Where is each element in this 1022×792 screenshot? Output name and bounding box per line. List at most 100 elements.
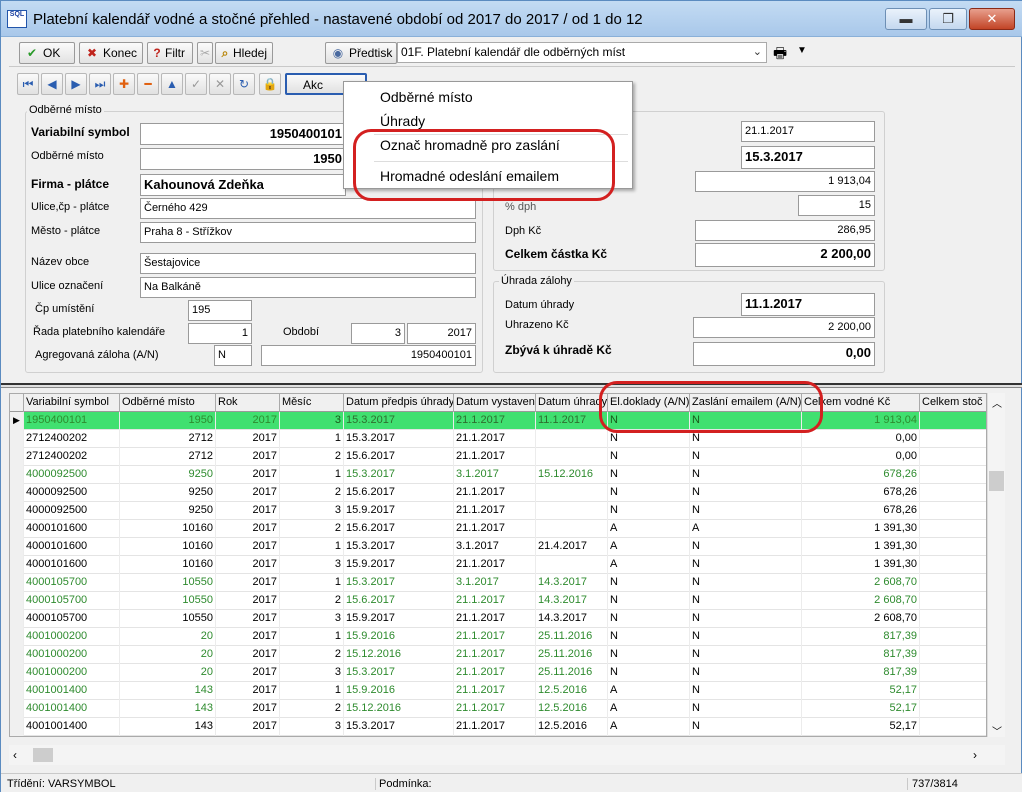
table-cell[interactable]: 21.1.2017 <box>454 502 536 520</box>
table-cell[interactable] <box>920 574 986 592</box>
table-row[interactable]: 4000101600 10160 2017 1 15.3.2017 3.1.2017 21.… <box>10 538 986 556</box>
column-header[interactable]: Datum vystavení <box>454 394 536 412</box>
table-cell[interactable]: N <box>608 592 690 610</box>
table-cell[interactable]: 3.1.2017 <box>454 538 536 556</box>
table-cell[interactable]: N <box>608 664 690 682</box>
table-cell[interactable]: 15.6.2017 <box>344 520 454 538</box>
prev-record-icon[interactable]: ◀ <box>41 73 63 95</box>
table-cell[interactable]: 4000101600 <box>24 538 120 556</box>
table-cell[interactable]: 21.1.2017 <box>454 430 536 448</box>
table-row[interactable]: 4000101600 10160 2017 3 15.9.2017 21.1.2017 A N… <box>10 556 986 574</box>
table-cell[interactable]: 2017 <box>216 682 280 700</box>
printer-dropdown-icon[interactable]: ▼ <box>797 45 807 56</box>
table-cell[interactable]: 1 <box>280 466 344 484</box>
table-cell[interactable]: 15.12.2016 <box>344 646 454 664</box>
lock-icon[interactable]: 🔒 <box>259 73 281 95</box>
table-cell[interactable]: 1 <box>280 538 344 556</box>
table-cell[interactable]: 14.3.2017 <box>536 592 608 610</box>
table-cell[interactable]: N <box>608 502 690 520</box>
table-cell[interactable]: 10550 <box>120 592 216 610</box>
table-cell[interactable]: 21.1.2017 <box>454 646 536 664</box>
table-cell[interactable]: N <box>608 466 690 484</box>
table-cell[interactable]: 21.1.2017 <box>454 664 536 682</box>
castka-bez-dph-field[interactable]: 1 913,04 <box>695 171 875 192</box>
datum-predpis-field[interactable]: 21.1.2017 <box>741 121 875 142</box>
uhrazeno-field[interactable]: 2 200,00 <box>693 317 875 338</box>
table-cell[interactable]: 21.1.2017 <box>454 628 536 646</box>
table-cell[interactable]: 15.6.2017 <box>344 484 454 502</box>
table-cell[interactable]: 15.12.2016 <box>344 700 454 718</box>
table-cell[interactable]: A <box>608 718 690 736</box>
table-cell[interactable]: 10160 <box>120 556 216 574</box>
table-row[interactable]: 4001001400 143 2017 3 15.3.2017 21.1.2017 12.5… <box>10 718 986 736</box>
table-cell[interactable]: 11.1.2017 <box>536 412 608 430</box>
table-cell[interactable]: 21.4.2017 <box>536 538 608 556</box>
table-cell[interactable]: N <box>608 610 690 628</box>
table-cell[interactable]: 3 <box>280 556 344 574</box>
table-cell[interactable]: 4001001400 <box>24 682 120 700</box>
scroll-right-icon[interactable]: › <box>973 748 977 762</box>
dph-procento-field[interactable]: 15 <box>798 195 875 216</box>
table-row[interactable]: 4000105700 10550 2017 2 15.6.2017 21.1.2017 14… <box>10 592 986 610</box>
first-record-icon[interactable]: ⏮ <box>17 73 39 95</box>
table-cell[interactable]: 3 <box>280 610 344 628</box>
table-cell[interactable]: 143 <box>120 682 216 700</box>
table-row[interactable]: 4001000200 20 2017 3 15.3.2017 21.1.2017 25.11… <box>10 664 986 682</box>
table-cell[interactable]: 2017 <box>216 538 280 556</box>
table-cell[interactable]: 4000092500 <box>24 466 120 484</box>
column-header[interactable]: Měsíc <box>280 394 344 412</box>
row-indicator[interactable] <box>10 646 24 664</box>
scroll-thumb[interactable] <box>989 471 1004 491</box>
table-cell[interactable]: 4000105700 <box>24 592 120 610</box>
row-indicator[interactable] <box>10 502 24 520</box>
table-cell[interactable]: 2712400202 <box>24 448 120 466</box>
table-cell[interactable]: 0,00 <box>802 448 920 466</box>
table-cell[interactable]: 25.11.2016 <box>536 664 608 682</box>
table-cell[interactable]: 817,39 <box>802 646 920 664</box>
table-cell[interactable]: 2017 <box>216 556 280 574</box>
table-cell[interactable] <box>536 484 608 502</box>
table-cell[interactable]: 2 <box>280 646 344 664</box>
column-header[interactable]: Datum předpis úhrady <box>344 394 454 412</box>
data-grid[interactable]: Variabilní symbol Odběrné místo Rok Měsíc Da… <box>9 393 987 737</box>
table-cell[interactable]: 2 <box>280 484 344 502</box>
table-cell[interactable]: 2017 <box>216 412 280 430</box>
table-cell[interactable]: 2017 <box>216 700 280 718</box>
table-cell[interactable]: N <box>608 628 690 646</box>
horizontal-scrollbar[interactable]: ‹ › <box>9 745 1005 765</box>
table-cell[interactable] <box>536 556 608 574</box>
table-row[interactable]: 4001000200 20 2017 1 15.9.2016 21.1.2017 25.11… <box>10 628 986 646</box>
table-cell[interactable]: 3 <box>280 502 344 520</box>
table-cell[interactable] <box>920 628 986 646</box>
table-cell[interactable]: N <box>690 718 802 736</box>
table-cell[interactable] <box>920 538 986 556</box>
table-cell[interactable]: 25.11.2016 <box>536 646 608 664</box>
table-cell[interactable]: N <box>690 700 802 718</box>
table-cell[interactable]: 2017 <box>216 466 280 484</box>
table-cell[interactable]: 21.1.2017 <box>454 682 536 700</box>
odberne-misto-field[interactable]: 1950 <box>140 148 346 170</box>
edit-record-icon[interactable]: ▲ <box>161 73 183 95</box>
datum-vystaveni-field[interactable]: 15.3.2017 <box>741 146 875 169</box>
table-cell[interactable] <box>920 646 986 664</box>
table-cell[interactable] <box>536 502 608 520</box>
table-cell[interactable]: 817,39 <box>802 628 920 646</box>
row-indicator[interactable] <box>10 520 24 538</box>
table-row[interactable]: 4000092500 9250 2017 2 15.6.2017 21.1.2017 N N 6… <box>10 484 986 502</box>
row-indicator[interactable] <box>10 664 24 682</box>
table-cell[interactable]: 21.1.2017 <box>454 520 536 538</box>
table-cell[interactable]: 2 <box>280 448 344 466</box>
table-cell[interactable]: 14.3.2017 <box>536 610 608 628</box>
obdobi-mesic-field[interactable]: 3 <box>351 323 405 344</box>
table-row[interactable]: 4000105700 10550 2017 3 15.9.2017 21.1.2017 14… <box>10 610 986 628</box>
table-cell[interactable]: 21.1.2017 <box>454 484 536 502</box>
table-cell[interactable] <box>920 502 986 520</box>
table-cell[interactable] <box>920 556 986 574</box>
row-indicator[interactable] <box>10 538 24 556</box>
table-cell[interactable]: 15.9.2017 <box>344 610 454 628</box>
table-cell[interactable]: 21.1.2017 <box>454 700 536 718</box>
table-cell[interactable]: 52,17 <box>802 700 920 718</box>
table-cell[interactable] <box>920 664 986 682</box>
table-cell[interactable]: 1 <box>280 628 344 646</box>
insert-record-icon[interactable]: ✚ <box>113 73 135 95</box>
